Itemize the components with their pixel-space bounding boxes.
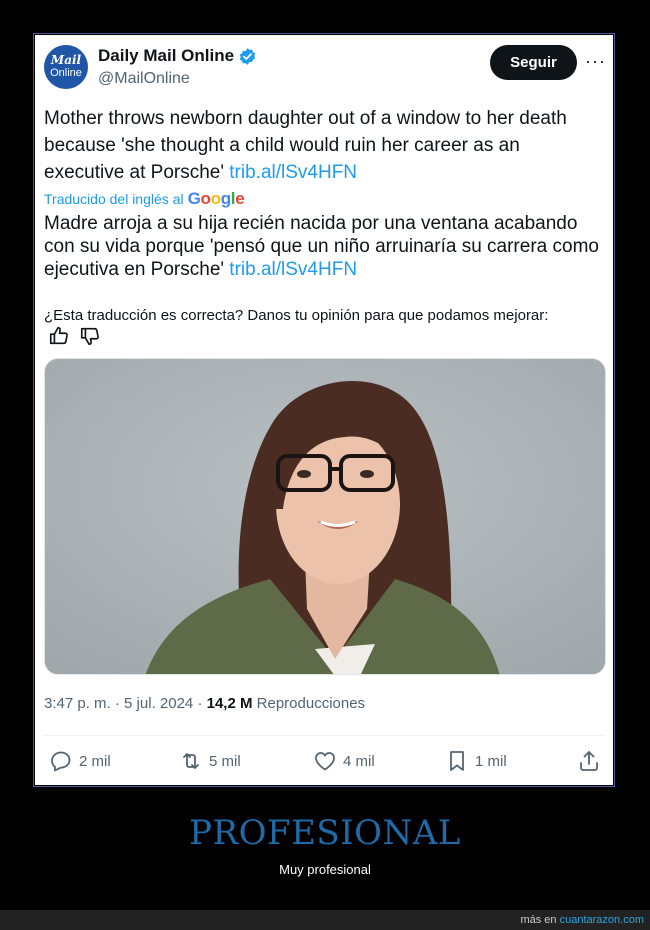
retweet-count: 5 mil	[209, 752, 241, 770]
divider	[44, 735, 604, 736]
translation-feedback-question: ¿Esta traducción es correcta? Danos tu o…	[44, 307, 549, 324]
reply-count: 2 mil	[79, 752, 111, 770]
verified-badge-icon	[239, 47, 256, 65]
site-footer: más en cuantarazon.com	[0, 910, 650, 930]
meta-separator: ·	[193, 695, 207, 712]
bookmark-count: 1 mil	[475, 752, 507, 770]
bookmark-icon	[450, 751, 464, 771]
tweet-original-text: Mother throws newborn daughter out of a …	[44, 105, 604, 186]
translated-label: Traducido del inglés al	[44, 191, 184, 207]
original-link[interactable]: trib.al/lSv4HFN	[229, 162, 357, 183]
tweet-date[interactable]: 5 jul. 2024	[124, 695, 193, 712]
views-label: Reproducciones	[252, 695, 366, 712]
avatar[interactable]: Mail Online	[44, 45, 88, 89]
bookmark-button[interactable]: 1 mil	[445, 749, 507, 773]
like-button[interactable]: 4 mil	[313, 749, 375, 773]
retweet-icon	[183, 753, 199, 769]
thumbs-down-icon[interactable]	[79, 325, 101, 347]
share-button[interactable]	[577, 749, 607, 773]
footer-prefix: más en	[520, 914, 560, 926]
google-letter: o	[210, 189, 221, 208]
tweet-translated-text: Madre arroja a su hija recién nacida por…	[44, 212, 609, 281]
avatar-text-mail: Mail	[50, 53, 82, 67]
account-handle[interactable]: @MailOnline	[98, 70, 190, 88]
like-count: 4 mil	[343, 752, 375, 770]
translation-attribution[interactable]: Traducido del inglés al Google	[44, 189, 245, 209]
caption-subtitle: Muy profesional	[279, 862, 371, 877]
google-letter: o	[200, 189, 211, 208]
account-name[interactable]: Daily Mail Online	[98, 46, 234, 66]
thumbs-up-icon[interactable]	[48, 325, 70, 347]
footer-site-link[interactable]: cuantarazon.com	[560, 914, 644, 926]
reply-button[interactable]: 2 mil	[49, 749, 111, 773]
follow-button[interactable]: Seguir	[490, 45, 577, 80]
tweet-photo[interactable]	[44, 358, 606, 675]
heart-icon	[315, 752, 335, 771]
google-letter: e	[235, 189, 245, 208]
tweet-card: Mail Online Daily Mail Online @MailOnlin…	[35, 35, 613, 785]
google-letter: g	[220, 189, 231, 208]
google-letter: G	[187, 189, 201, 208]
caption-title: PROFESIONAL	[189, 813, 461, 853]
retweet-button[interactable]: 5 mil	[179, 749, 241, 773]
tweet-time[interactable]: 3:47 p. m.	[44, 695, 111, 712]
meta-separator: ·	[110, 695, 125, 712]
avatar-text-online: Online	[50, 67, 82, 79]
more-options-icon[interactable]: ···	[585, 51, 606, 71]
share-icon	[580, 751, 598, 771]
google-logo: Google	[188, 189, 245, 209]
reply-icon	[51, 751, 71, 772]
views-count: 14,2 M	[206, 695, 253, 712]
translated-link[interactable]: trib.al/lSv4HFN	[229, 259, 357, 280]
account-name-row[interactable]: Daily Mail Online	[98, 46, 257, 66]
portrait-image	[45, 359, 605, 674]
tweet-meta: 3:47 p. m. · 5 jul. 2024 · 14,2 M Reprod…	[44, 695, 365, 712]
